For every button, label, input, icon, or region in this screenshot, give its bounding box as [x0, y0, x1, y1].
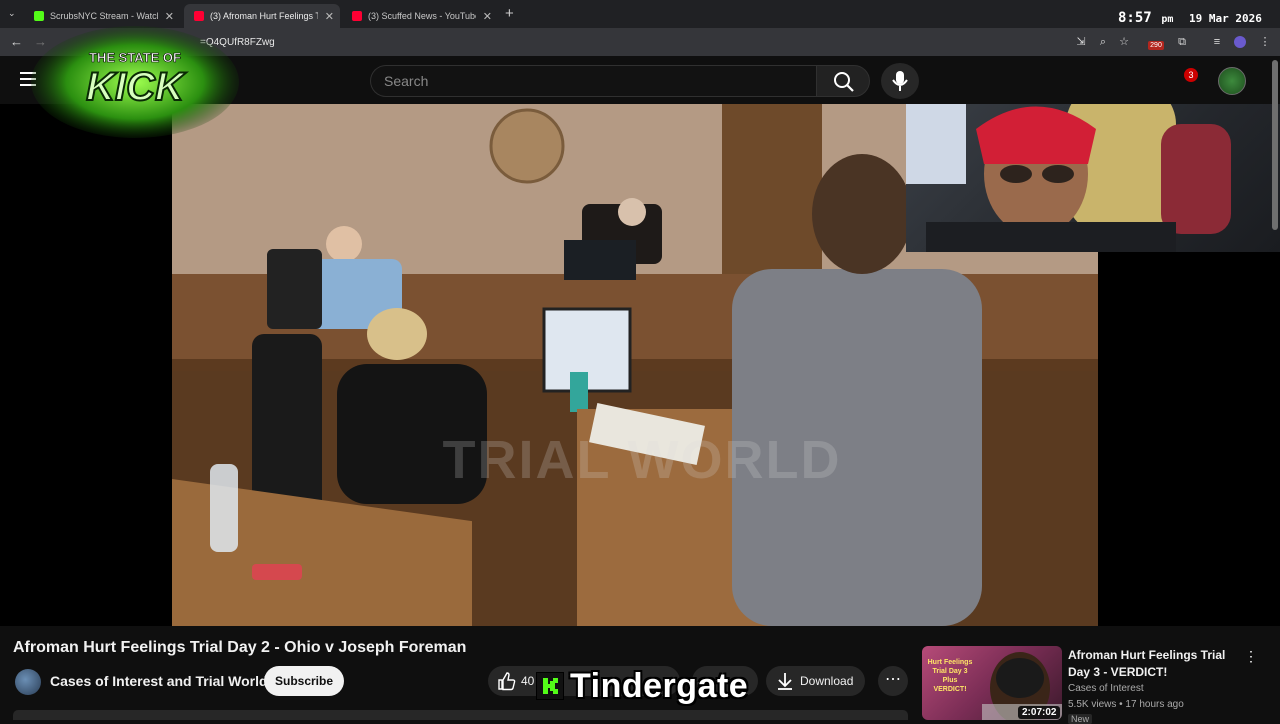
notification-count-badge[interactable]: 3	[1184, 68, 1198, 82]
search-placeholder: Search	[384, 73, 429, 89]
new-tab-button[interactable]: +	[505, 5, 514, 22]
tab-close-icon[interactable]: ✕	[165, 10, 174, 23]
microphone-icon	[892, 71, 908, 91]
svg-text:THE STATE OF: THE STATE OF	[89, 50, 181, 65]
stream-clock: 8:57 pm 19 Mar 2026	[1118, 7, 1262, 26]
search-button[interactable]	[816, 65, 870, 97]
recommended-video-meta: 5.5K views • 17 hours ago	[1068, 699, 1184, 710]
bookmark-star-icon[interactable]: ☆	[1117, 35, 1131, 49]
clock-date: 19 Mar 2026	[1189, 12, 1262, 25]
search-icon	[834, 72, 854, 92]
recommended-age: 17 hours ago	[1125, 699, 1184, 710]
thumbnail-caption: Hurt Feelings Trial Day 3 Plus VERDICT!	[927, 659, 973, 693]
account-avatar[interactable]	[1218, 67, 1246, 95]
extension-badge[interactable]: 290	[1148, 41, 1164, 50]
clock-time: 8:57	[1118, 10, 1152, 26]
voice-search-button[interactable]	[881, 63, 919, 99]
tab-close-icon[interactable]: ✕	[483, 10, 492, 23]
page-scrollbar[interactable]	[1272, 60, 1278, 230]
kick-icon	[34, 11, 44, 21]
download-icon	[778, 673, 792, 690]
channel-name[interactable]: Cases of Interest and Trial World	[50, 673, 268, 689]
ticker-text: Tindergate	[570, 666, 749, 705]
recommended-video-title[interactable]: Afroman Hurt Feelings Trial Day 3 - VERD…	[1068, 647, 1240, 681]
new-badge: New	[1068, 714, 1093, 724]
tab-title: (3) Afroman Hurt Feelings Trial	[210, 11, 318, 21]
tab-title: ScrubsNYC Stream - Watch Live	[50, 11, 158, 21]
webcam-scene	[906, 104, 1231, 252]
recommendation-menu-icon[interactable]: ⋮	[1244, 648, 1258, 665]
recommended-channel-name[interactable]: Cases of Interest	[1068, 683, 1144, 694]
tab-close-icon[interactable]: ✕	[325, 10, 334, 23]
youtube-icon	[194, 11, 204, 21]
tab-scuffed-news[interactable]: (3) Scuffed News - YouTube ✕	[342, 4, 498, 28]
state-of-kick-logo: THE STATE OF KICK	[30, 22, 240, 140]
description-box[interactable]	[13, 710, 908, 720]
subscribe-button[interactable]: Subscribe	[264, 666, 344, 696]
search-input[interactable]	[370, 65, 817, 97]
zoom-icon[interactable]: ⌕	[1096, 35, 1110, 49]
kick-k-icon	[536, 672, 564, 700]
recommended-views: 5.5K views	[1068, 699, 1117, 710]
tab-title: (3) Scuffed News - YouTube	[368, 11, 476, 21]
streamer-webcam-overlay	[906, 104, 1280, 252]
clock-ampm: pm	[1161, 14, 1174, 25]
reading-list-icon[interactable]: ≡	[1210, 35, 1224, 49]
download-label: Download	[800, 674, 854, 688]
profile-avatar-icon[interactable]	[1234, 36, 1246, 48]
kick-ticker-overlay: Tindergate	[536, 666, 748, 706]
back-arrow-icon[interactable]: ←	[10, 34, 23, 49]
video-title: Afroman Hurt Feelings Trial Day 2 - Ohio…	[13, 639, 467, 656]
channel-avatar[interactable]	[15, 669, 41, 695]
kick-logo-graphic: THE STATE OF KICK	[31, 26, 239, 138]
thumbs-up-icon[interactable]	[496, 671, 516, 691]
install-app-icon[interactable]: ⇲	[1074, 35, 1088, 49]
video-watermark: TRIAL WORLD	[442, 430, 842, 490]
svg-text:KICK: KICK	[86, 65, 187, 109]
like-count: 40	[521, 674, 535, 688]
youtube-icon	[352, 11, 362, 21]
tab-search-icon[interactable]: ⌄	[8, 8, 16, 19]
more-actions-button[interactable]: ⋯	[878, 666, 908, 696]
extensions-puzzle-icon[interactable]: ⧉	[1175, 35, 1189, 49]
video-duration-badge: 2:07:02	[1018, 706, 1061, 719]
browser-menu-icon[interactable]: ⋮	[1258, 35, 1272, 49]
